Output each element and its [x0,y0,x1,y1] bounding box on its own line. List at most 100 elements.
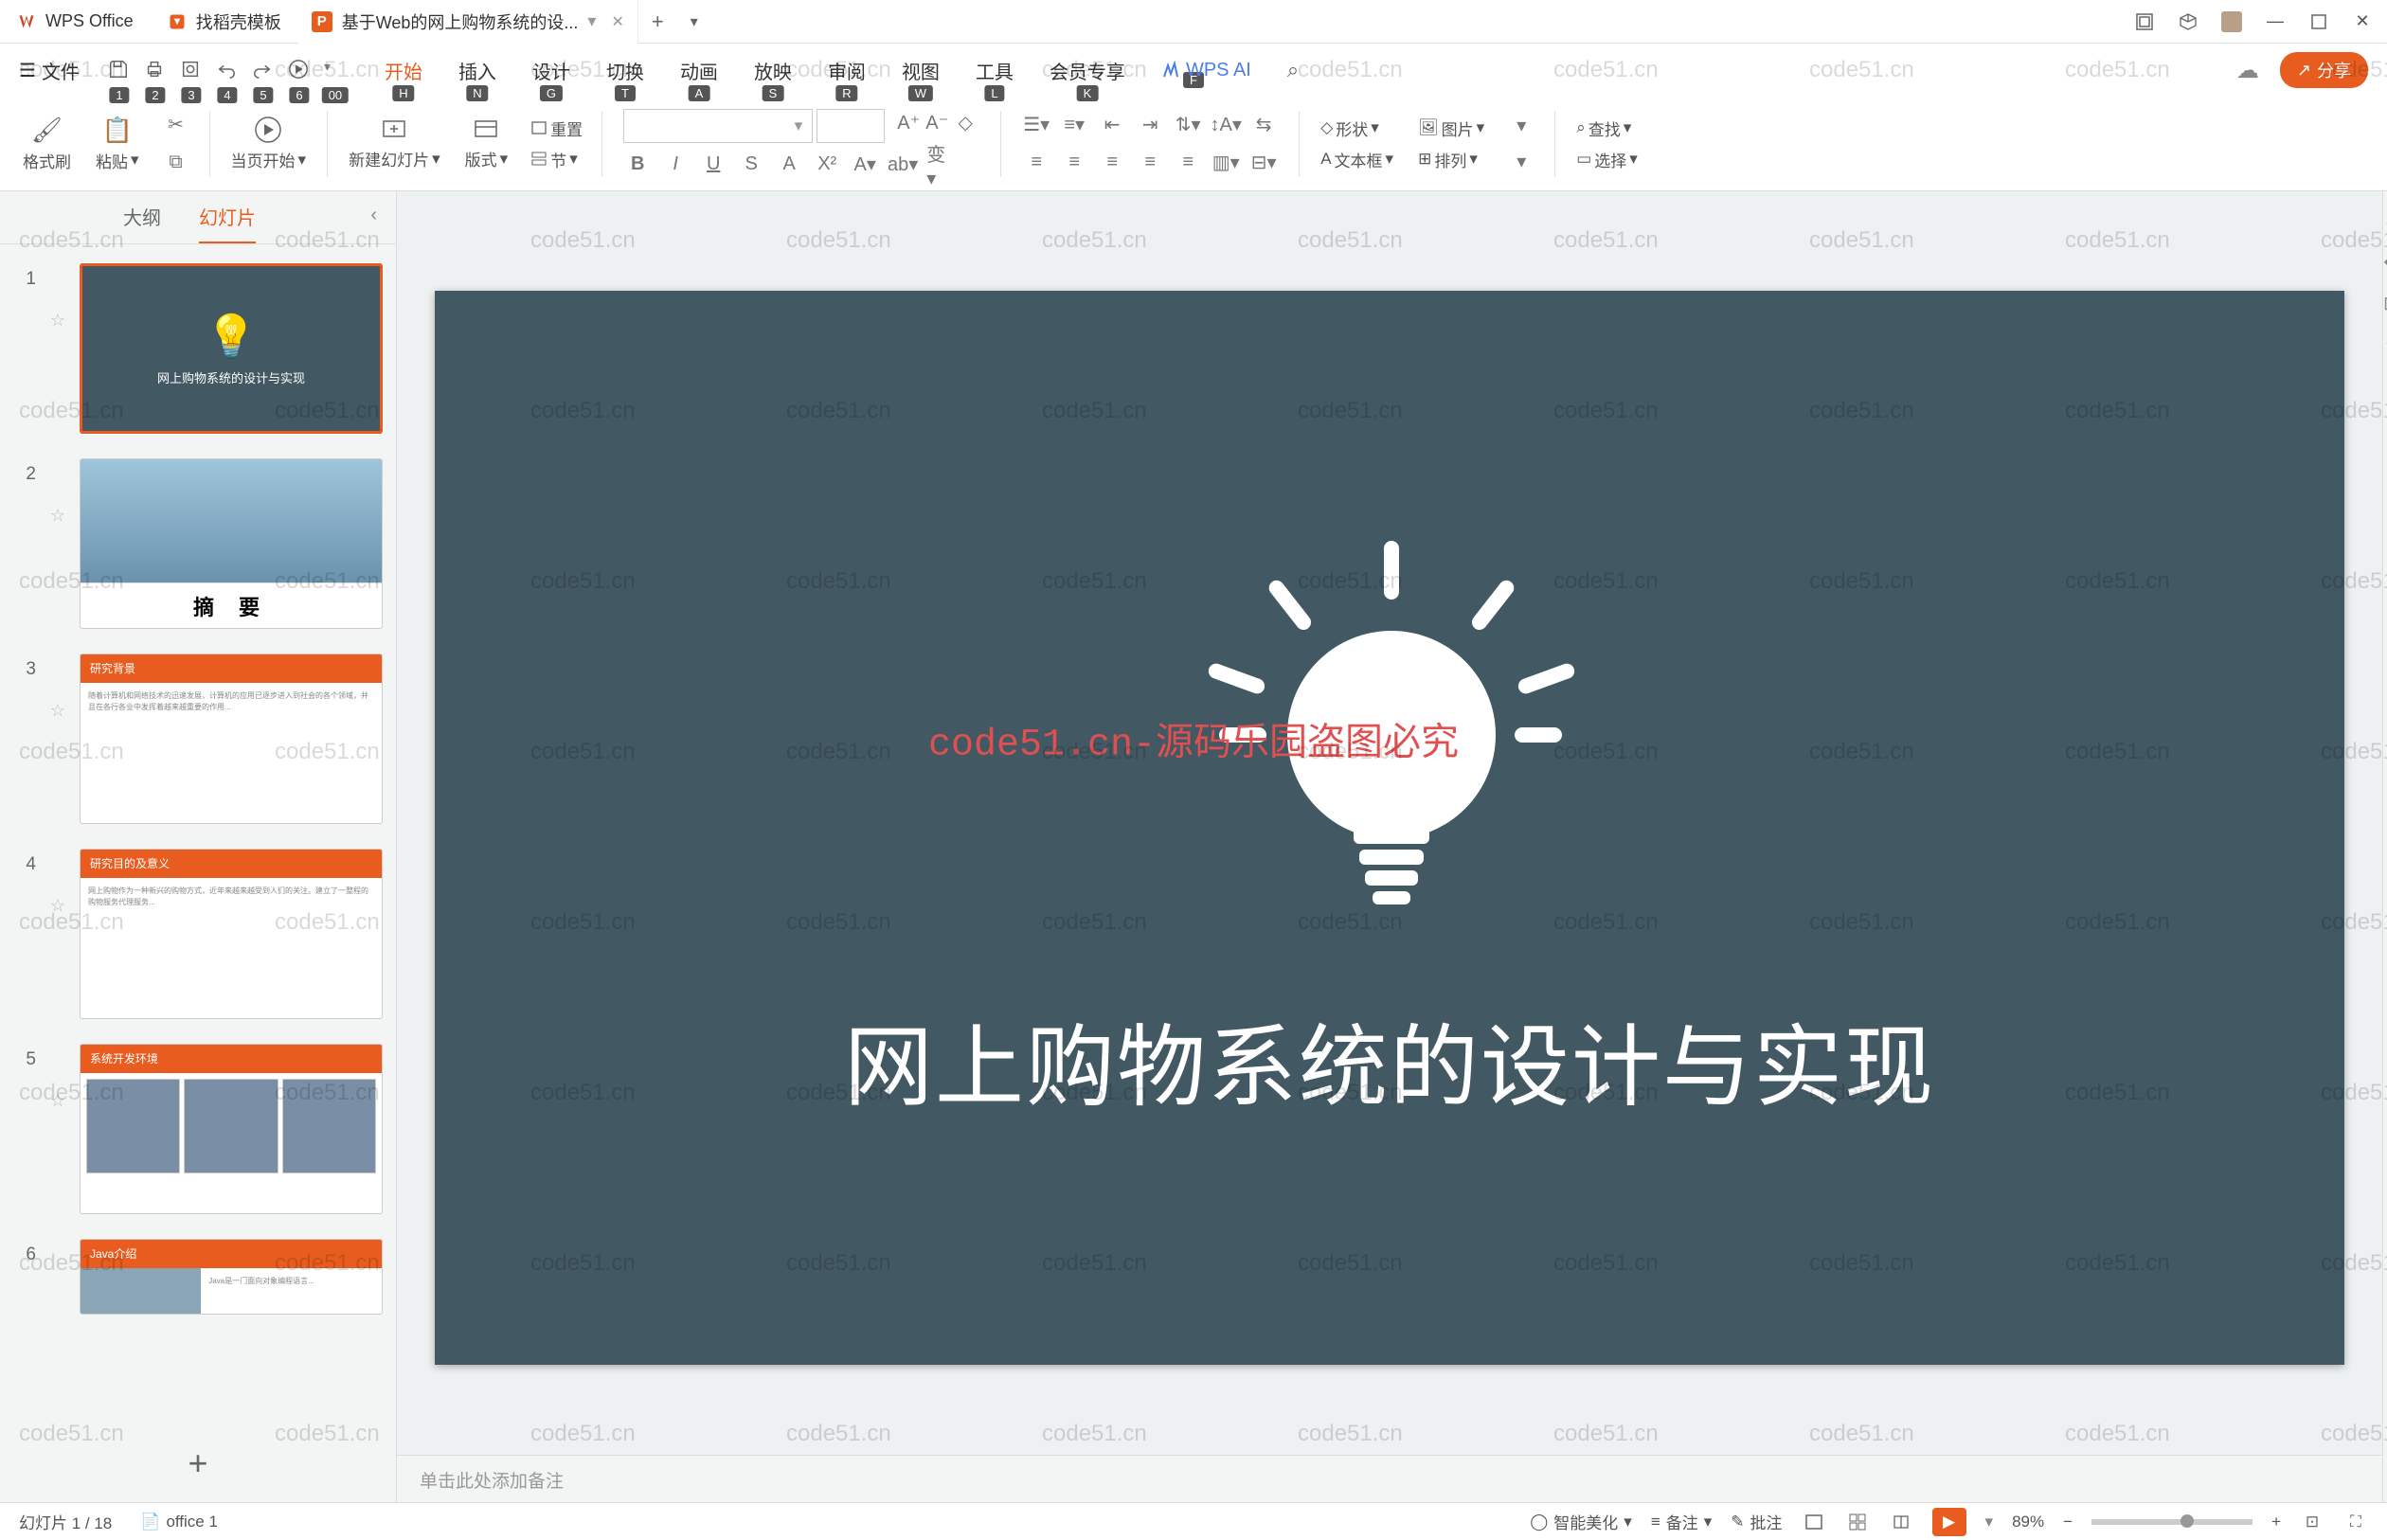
search-icon[interactable]: ⌕ [1287,58,1299,82]
select-button[interactable]: ▭ 选择 ▾ [1576,148,1638,171]
new-tab-button[interactable]: + [638,9,677,34]
arrange-button[interactable]: ⊞ 排列 ▾ [1418,148,1484,171]
change-case-icon[interactable]: 变▾ [926,151,955,179]
chart-icon[interactable]: ▾ [1507,148,1535,176]
font-family-select[interactable]: ▾ [623,109,813,143]
collapse-panel-icon[interactable]: ‹ [370,205,377,226]
from-current-group[interactable]: 当页开始 ▾ [222,116,316,171]
layout-group[interactable]: 版式 ▾ [456,116,518,170]
decrease-font-icon[interactable]: A⁻ [923,109,951,137]
sidebar-tool-3-icon[interactable]: ⊞ [2383,292,2387,315]
canvas-area[interactable]: 网上购物系统的设计与实现 [397,191,2382,1455]
zoom-out-icon[interactable]: − [2063,1513,2073,1531]
textbox-button[interactable]: A 文本框 ▾ [1320,148,1393,171]
tab-tools[interactable]: 工具L [976,57,1014,84]
notes-toggle[interactable]: ≡ 备注 ▾ [1651,1510,1712,1533]
tab-member[interactable]: 会员专享K [1050,57,1125,84]
text-effect-icon[interactable]: A [775,151,803,179]
slideshow-play-button[interactable]: ▶ [1932,1508,1966,1536]
window-layout-icon[interactable] [2131,9,2158,35]
star-icon[interactable]: ☆ [50,1091,65,1111]
star-icon[interactable]: ☆ [50,896,65,916]
app-tab-template[interactable]: 找稻壳模板 [151,0,298,44]
tab-transition[interactable]: 切换T [606,57,644,84]
thumbnail-1[interactable]: 💡 网上购物系统的设计与实现 [80,263,383,434]
format-painter-group[interactable]: 🖌 格式刷 [13,116,81,172]
increase-font-icon[interactable]: A⁺ [894,109,923,137]
thumbnail-3[interactable]: 研究背景 随着计算机和网络技术的迅速发展，计算机的应用已逐步进入到社会的各个领域… [80,654,383,824]
star-icon[interactable]: ☆ [50,506,65,526]
tab-menu-icon[interactable]: ▾ [677,12,711,31]
highlight-icon[interactable]: ab▾ [888,151,917,179]
new-slide-group[interactable]: 新建幻灯片 ▾ [339,116,450,170]
picture-button[interactable]: 🖼 图片 ▾ [1418,116,1484,140]
add-slide-button[interactable]: + [0,1424,396,1502]
play-dropdown[interactable]: ▾ [1985,1513,1994,1531]
strikethrough-icon[interactable]: S [737,151,765,179]
file-menu[interactable]: ☰ 文件 F [19,57,80,84]
smart-art-icon[interactable]: ▾ [1507,112,1535,140]
sorter-view-icon[interactable] [1845,1510,1870,1534]
play-icon[interactable]: 6 [288,59,311,81]
play-dropdown-icon[interactable]: ▾00 [324,59,347,81]
find-button[interactable]: ⌕ 查找 ▾ [1576,116,1638,140]
tab-wpsai[interactable]: WPS AI [1161,60,1251,81]
cloud-icon[interactable]: ☁ [2236,57,2259,84]
tab-slideshow[interactable]: 放映S [754,57,792,84]
bold-icon[interactable]: B [623,151,652,179]
slide-title[interactable]: 网上购物系统的设计与实现 [844,995,1935,1124]
bullet-list-icon[interactable]: ☰▾ [1022,111,1050,139]
undo-icon[interactable]: 4 [216,59,239,81]
star-icon[interactable]: ☆ [50,311,65,331]
shape-button[interactable]: ◇ 形状 ▾ [1320,116,1393,140]
doc-dropdown-icon[interactable]: ▾ [587,11,596,31]
font-size-select[interactable] [817,109,885,143]
fit-view-icon[interactable]: ⊡ [2300,1510,2324,1534]
distributed-icon[interactable]: ≡ [1174,149,1202,177]
thumbnail-5[interactable]: 系统开发环境 [80,1044,383,1214]
tab-view[interactable]: 视图W [902,57,940,84]
app-tab-wps[interactable]: WPS Office [0,0,151,44]
spacing-icon[interactable]: ⇆ [1249,111,1278,139]
save-icon[interactable]: 1 [108,59,131,81]
superscript-icon[interactable]: X² [813,151,841,179]
current-slide[interactable]: 网上购物系统的设计与实现 [435,291,2344,1365]
copy-icon[interactable]: ⧉ [162,149,190,177]
tab-review[interactable]: 审阅R [828,57,866,84]
panel-tab-slides[interactable]: 幻灯片 [199,203,256,243]
maximize-icon[interactable] [2306,9,2332,35]
redo-icon[interactable]: 5 [252,59,275,81]
notes-pane[interactable]: 单击此处添加备注 [397,1455,2382,1502]
tab-design[interactable]: 设计G [532,57,570,84]
align-right-icon[interactable]: ≡ [1098,149,1126,177]
underline-icon[interactable]: U [699,151,727,179]
vertical-align-icon[interactable]: ⊟▾ [1249,149,1278,177]
thumbnail-6[interactable]: Java介绍 Java是一门面向对象编程语言... [80,1239,383,1315]
increase-indent-icon[interactable]: ⇥ [1136,111,1164,139]
number-list-icon[interactable]: ≡▾ [1060,111,1088,139]
share-button[interactable]: ↗ 分享 [2280,52,2368,88]
panel-tab-outline[interactable]: 大纲 [123,203,161,243]
avatar-icon[interactable] [2218,9,2245,35]
decrease-indent-icon[interactable]: ⇤ [1098,111,1126,139]
cube-icon[interactable] [2175,9,2201,35]
clear-format-icon[interactable]: ◇ [951,109,979,137]
zoom-in-icon[interactable]: + [2271,1513,2281,1531]
minimize-icon[interactable]: — [2262,9,2288,35]
align-center-icon[interactable]: ≡ [1060,149,1088,177]
line-spacing-icon[interactable]: ↕A▾ [1211,111,1240,139]
columns-icon[interactable]: ▥▾ [1211,149,1240,177]
smart-beautify-button[interactable]: ◯ 智能美化 ▾ [1530,1510,1632,1533]
close-icon[interactable]: ✕ [611,12,623,31]
normal-view-icon[interactable] [1802,1510,1826,1534]
text-direction-icon[interactable]: ⇅▾ [1174,111,1202,139]
thumbnail-4[interactable]: 研究目的及意义 网上购物作为一种新兴的购物方式，近年来越来越受到人们的关注。建立… [80,849,383,1019]
align-left-icon[interactable]: ≡ [1022,149,1050,177]
section-button[interactable]: 节 ▾ [530,148,583,171]
comment-toggle[interactable]: ✎ 批注 [1731,1510,1782,1533]
thumbnail-2[interactable]: 摘 要 [80,458,383,629]
close-window-icon[interactable]: ✕ [2349,9,2376,35]
star-icon[interactable]: ☆ [50,701,65,721]
print-preview-icon[interactable]: 3 [180,59,203,81]
cut-icon[interactable]: ✂ [162,111,190,139]
